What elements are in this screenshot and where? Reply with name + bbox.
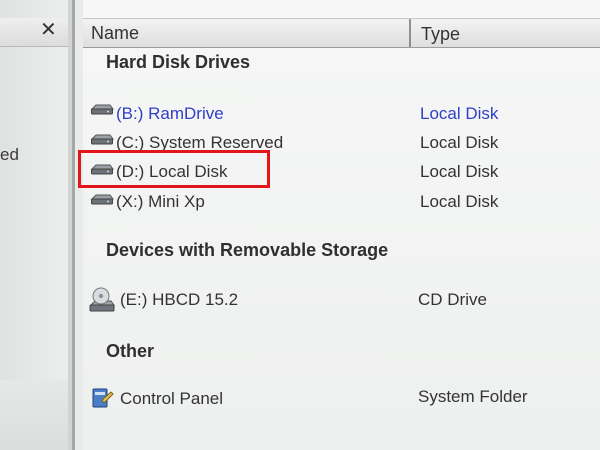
pane-splitter-edge — [75, 0, 83, 450]
group-header-other[interactable]: Other — [106, 341, 154, 362]
column-header-bar: Name Type — [83, 18, 600, 48]
drive-type-b: Local Disk — [420, 104, 499, 123]
drive-type-d: Local Disk — [420, 162, 499, 181]
navigation-pane-shade — [0, 380, 68, 450]
close-icon[interactable]: ✕ — [40, 20, 57, 40]
column-header-name[interactable]: Name — [91, 23, 139, 44]
column-header-type[interactable]: Type — [421, 24, 460, 45]
drive-item-e[interactable]: (E:) HBCD 15.2 — [120, 290, 238, 310]
drive-type-e: CD Drive — [418, 290, 487, 309]
control-panel-icon — [92, 388, 114, 408]
drive-icon — [90, 194, 114, 205]
navigation-item-partial[interactable]: ed — [0, 145, 19, 165]
selection-highlight-box — [78, 150, 270, 188]
drive-type-x: Local Disk — [420, 192, 499, 211]
cd-drive-icon — [89, 287, 115, 312]
control-panel-type: System Folder — [418, 387, 528, 406]
drive-type-c: Local Disk — [420, 133, 499, 152]
control-panel-item[interactable]: Control Panel — [120, 389, 223, 409]
drive-icon — [90, 104, 114, 115]
group-header-removable-storage[interactable]: Devices with Removable Storage — [106, 240, 388, 261]
column-divider[interactable] — [409, 19, 411, 47]
drive-icon — [90, 134, 114, 145]
navigation-pane-header — [0, 18, 68, 47]
drive-item-b[interactable]: (B:) RamDrive — [116, 104, 224, 124]
drive-item-x[interactable]: (X:) Mini Xp — [116, 192, 205, 212]
group-header-hard-disk-drives[interactable]: Hard Disk Drives — [106, 52, 250, 73]
